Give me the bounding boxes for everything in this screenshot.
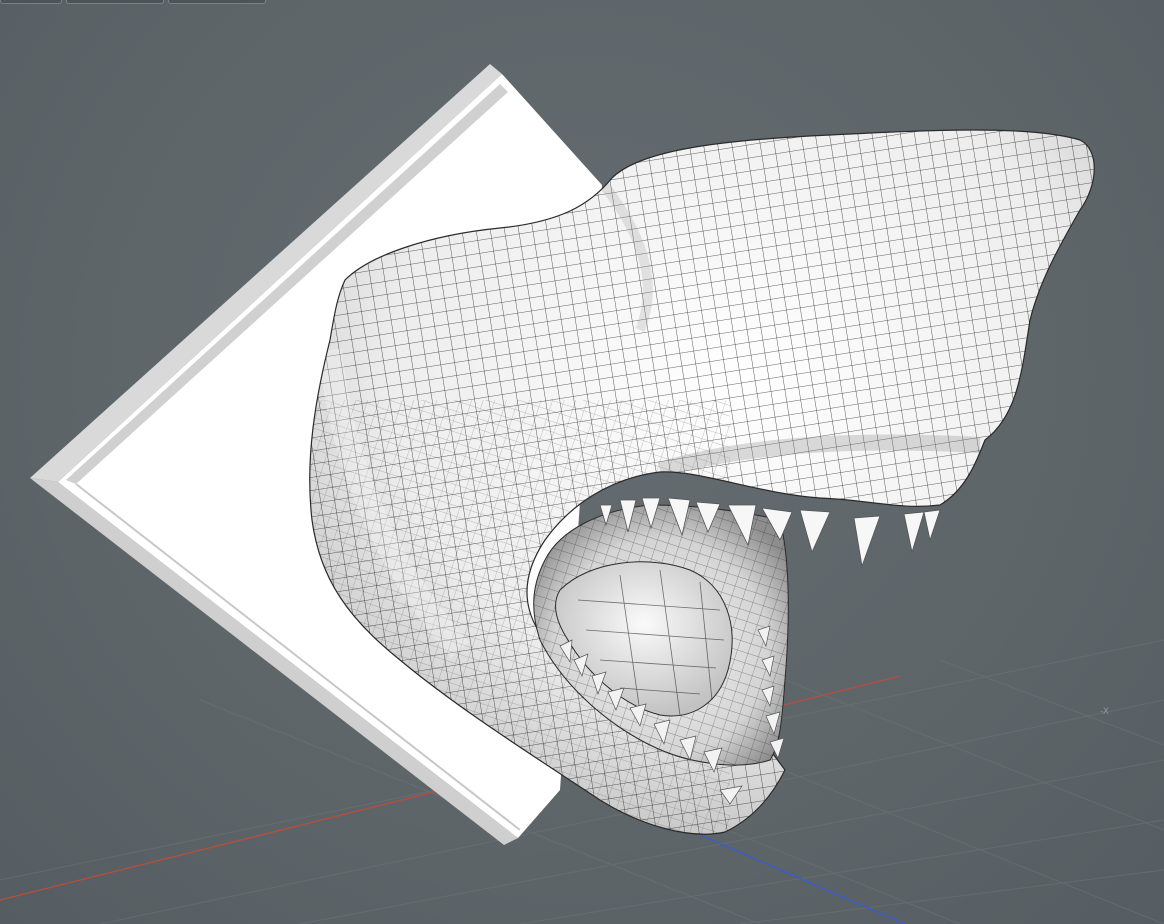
viewport-tab-3[interactable] (168, 0, 266, 4)
viewport-toolbar (0, 0, 266, 5)
z-axis-line (699, 834, 906, 924)
viewport-tab-1[interactable] (0, 0, 62, 4)
3d-viewport[interactable]: -X (0, 0, 1164, 924)
scene-canvas[interactable] (0, 0, 1164, 924)
axis-direction-label: -X (1100, 707, 1109, 717)
viewport-tab-2[interactable] (66, 0, 164, 4)
